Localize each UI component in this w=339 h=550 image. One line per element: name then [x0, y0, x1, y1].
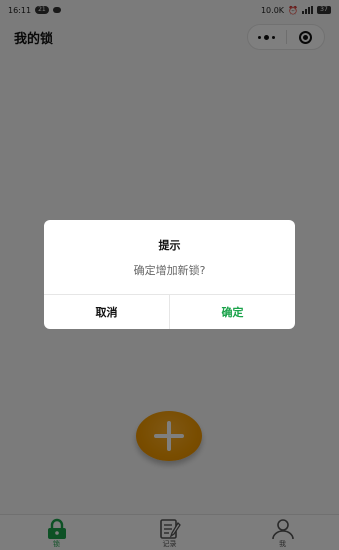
confirm-dialog: 提示 确定增加新锁? 取消 确定 — [44, 220, 295, 329]
dialog-message: 确定增加新锁? — [133, 264, 206, 277]
modal-overlay[interactable]: 提示 确定增加新锁? 取消 确定 — [0, 0, 339, 550]
dialog-footer: 取消 确定 — [44, 294, 295, 329]
cancel-button[interactable]: 取消 — [44, 295, 170, 329]
dialog-title: 提示 — [158, 239, 181, 252]
confirm-button[interactable]: 确定 — [170, 295, 295, 329]
